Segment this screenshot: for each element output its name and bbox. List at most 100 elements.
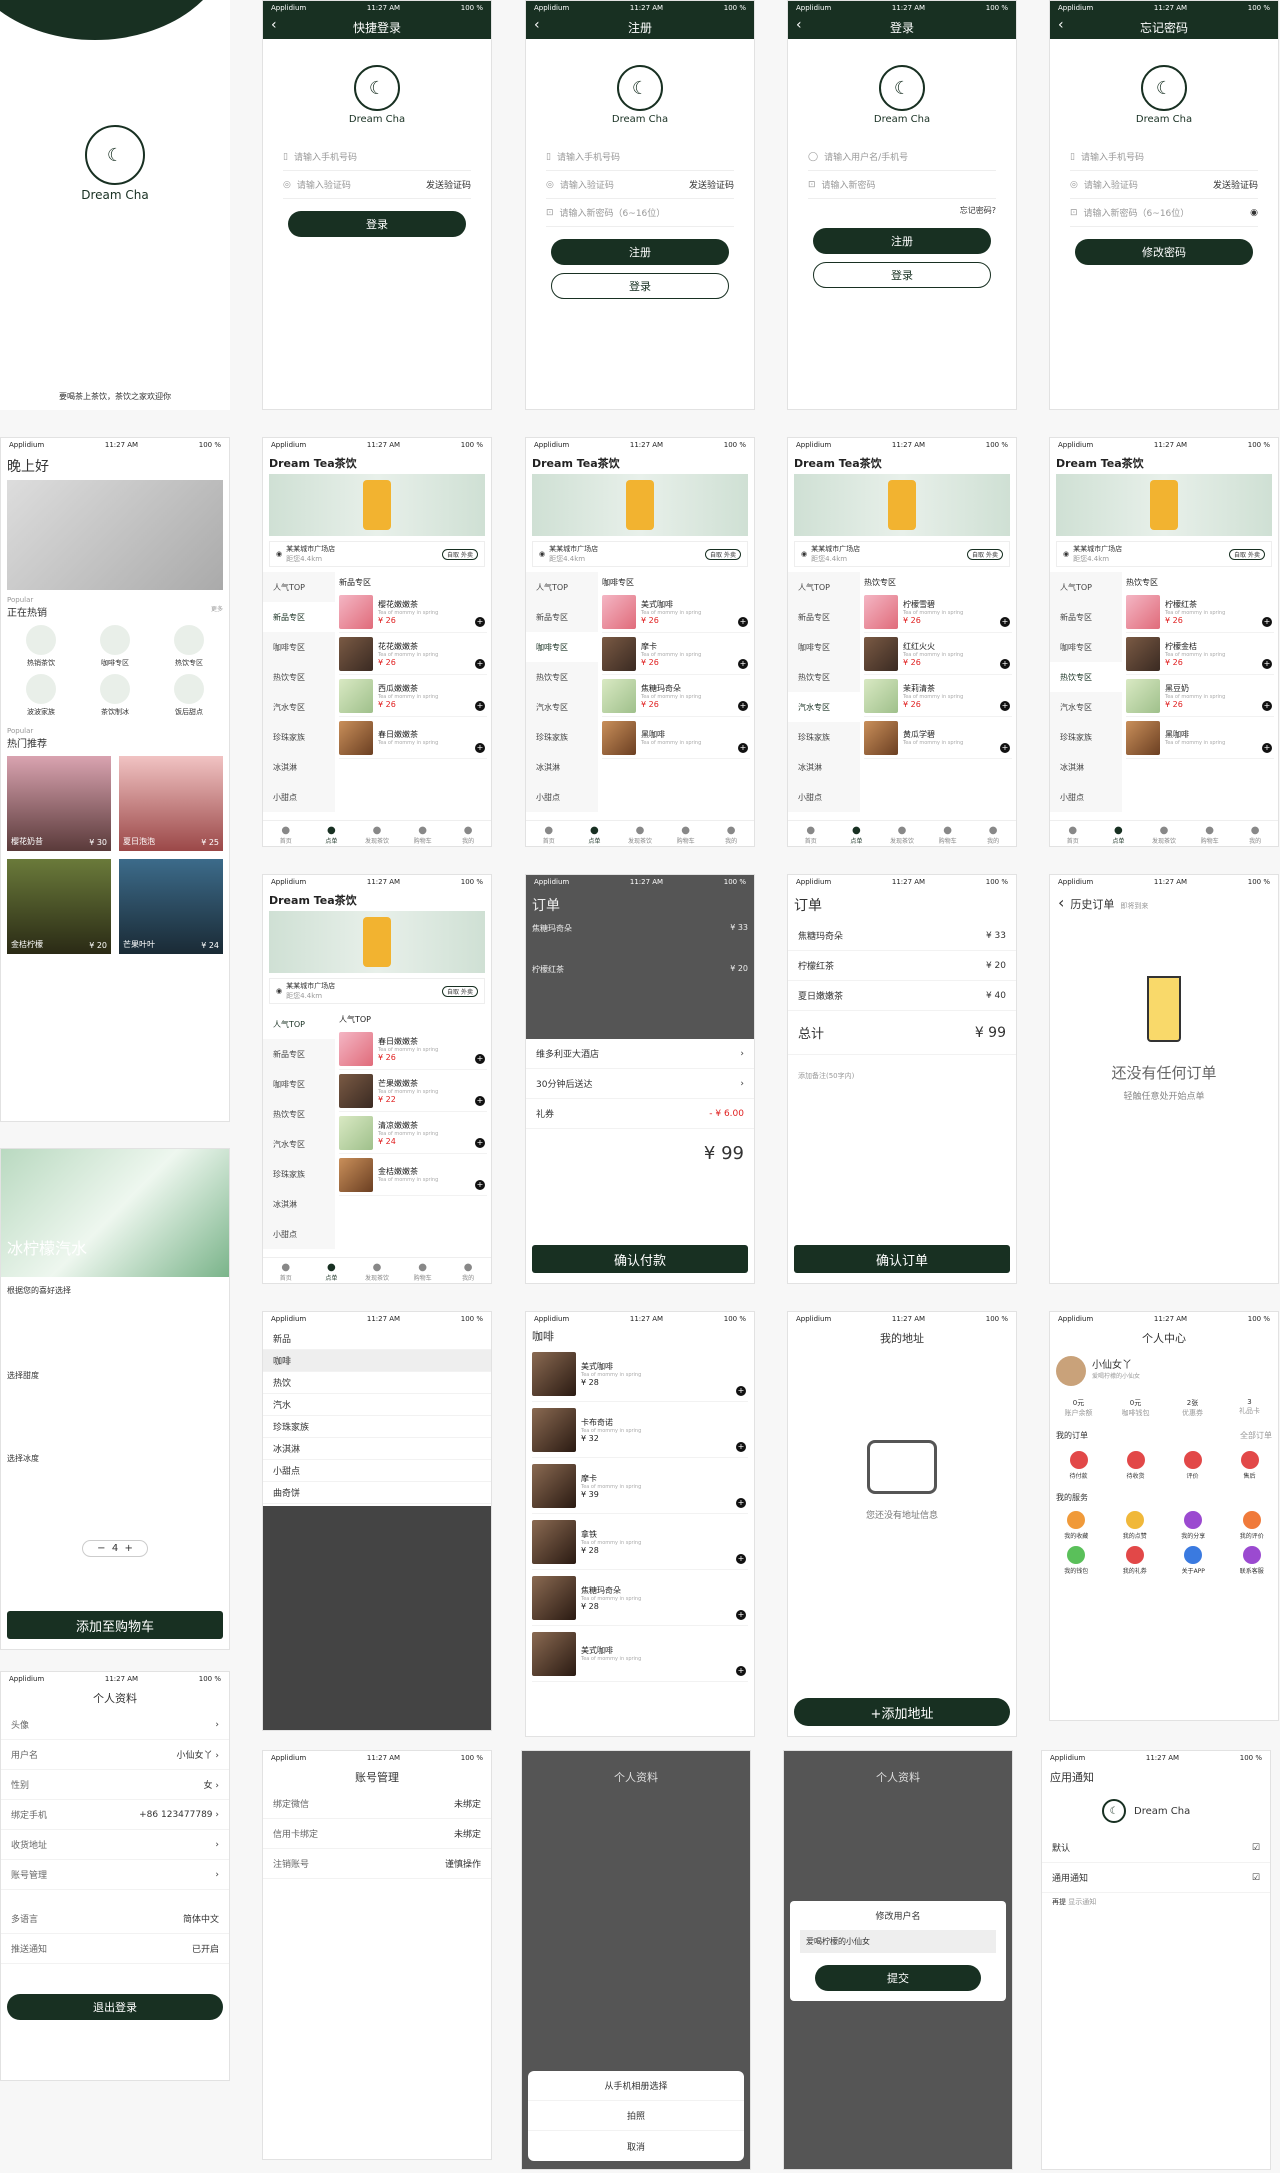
tab-1[interactable]: ● 点单 bbox=[572, 821, 618, 846]
tab-3[interactable]: ● 购物车 bbox=[925, 821, 971, 846]
tab-2[interactable]: ● 发现茶饮 bbox=[617, 821, 663, 846]
change-password-button[interactable]: 修改密码 bbox=[1075, 239, 1253, 265]
menu-category[interactable]: 咖啡专区 bbox=[263, 632, 335, 662]
tab-3[interactable]: ● 购物车 bbox=[1187, 821, 1233, 846]
account-row[interactable]: 绑定微信 未绑定 bbox=[263, 1789, 491, 1819]
add-icon[interactable]: + bbox=[1000, 617, 1010, 627]
send-code-button[interactable]: 发送验证码 bbox=[1213, 178, 1258, 191]
rec-card[interactable]: 樱花奶昔 ¥ 30 bbox=[7, 756, 111, 851]
address-row[interactable]: 维多利亚大酒店 › bbox=[526, 1039, 754, 1069]
menu-category[interactable]: 小甜点 bbox=[1050, 782, 1122, 812]
add-address-button[interactable]: +添加地址 bbox=[794, 1698, 1010, 1726]
product-row[interactable]: 黑咖啡 Tea of mommy in spring + bbox=[1126, 717, 1274, 759]
tab-3[interactable]: ● 购物车 bbox=[663, 821, 709, 846]
add-icon[interactable]: + bbox=[475, 1054, 485, 1064]
menu-category[interactable]: 珍珠家族 bbox=[263, 1159, 335, 1189]
pickup-toggle[interactable]: 自取 外卖 bbox=[442, 985, 478, 997]
profile-row[interactable]: 用户名 小仙女丫 › bbox=[1, 1740, 229, 1770]
login-button[interactable]: 登录 bbox=[551, 273, 729, 299]
menu-category[interactable]: 珍珠家族 bbox=[788, 722, 860, 752]
add-icon[interactable]: + bbox=[736, 1498, 746, 1508]
album-option[interactable]: 从手机相册选择 bbox=[528, 2071, 744, 2101]
menu-category[interactable]: 人气TOP bbox=[263, 572, 335, 602]
add-icon[interactable]: + bbox=[1000, 659, 1010, 669]
product-row[interactable]: 黑豆奶 Tea of mommy in spring ¥ 26 + bbox=[1126, 675, 1274, 717]
menu-category[interactable]: 新品专区 bbox=[263, 602, 335, 632]
confirm-pay-button[interactable]: 确认付款 bbox=[532, 1245, 748, 1273]
add-to-cart-button[interactable]: 添加至购物车 bbox=[7, 1611, 223, 1639]
menu-category[interactable]: 冰淇淋 bbox=[1050, 752, 1122, 782]
tab-0[interactable]: ● 首页 bbox=[263, 1258, 309, 1283]
menu-category[interactable]: 汽水专区 bbox=[526, 692, 598, 722]
product-row[interactable]: 樱花嫩嫩茶 Tea of mommy in spring ¥ 26 + bbox=[339, 591, 487, 633]
product-row[interactable]: 美式咖啡 Tea of mommy in spring + bbox=[532, 1626, 748, 1682]
product-row[interactable]: 红红火火 Tea of mommy in spring ¥ 26 + bbox=[864, 633, 1012, 675]
sort-item[interactable]: 冰淇淋 bbox=[263, 1438, 491, 1460]
menu-category[interactable]: 人气TOP bbox=[1050, 572, 1122, 602]
pickup-toggle[interactable]: 自取 外卖 bbox=[442, 548, 478, 560]
pickup-toggle[interactable]: 自取 外卖 bbox=[1229, 548, 1265, 560]
pickup-toggle[interactable]: 自取 外卖 bbox=[967, 548, 1003, 560]
store-address[interactable]: ◉ 某某城市广场店 距您4.4km 自取 外卖 bbox=[269, 541, 485, 567]
menu-category[interactable]: 热饮专区 bbox=[526, 662, 598, 692]
password-field[interactable]: ⊡ 请输入新密码 bbox=[808, 171, 996, 199]
code-field[interactable]: ◎ 请输入验证码 发送验证码 bbox=[546, 171, 734, 199]
product-row[interactable]: 摩卡 Tea of mommy in spring ¥ 26 + bbox=[602, 633, 750, 675]
store-address[interactable]: ◉ 某某城市广场店 距您4.4km 自取 外卖 bbox=[532, 541, 748, 567]
product-row[interactable]: 焦糖玛奇朵 Tea of mommy in spring ¥ 28 + bbox=[532, 1570, 748, 1626]
menu-category[interactable]: 热饮专区 bbox=[263, 1099, 335, 1129]
menu-category[interactable]: 冰淇淋 bbox=[788, 752, 860, 782]
back-icon[interactable]: ‹ bbox=[1058, 17, 1064, 33]
product-row[interactable]: 西瓜嫩嫩茶 Tea of mommy in spring ¥ 26 + bbox=[339, 675, 487, 717]
product-row[interactable]: 黄瓜学碧 Tea of mommy in spring + bbox=[864, 717, 1012, 759]
sort-item[interactable]: 曲奇饼 bbox=[263, 1482, 491, 1504]
code-field[interactable]: ◎ 请输入验证码 发送验证码 bbox=[1070, 171, 1258, 199]
add-icon[interactable]: + bbox=[736, 1442, 746, 1452]
menu-category[interactable]: 咖啡专区 bbox=[1050, 632, 1122, 662]
menu-category[interactable]: 汽水专区 bbox=[1050, 692, 1122, 722]
add-icon[interactable]: + bbox=[1000, 701, 1010, 711]
menu-category[interactable]: 热饮专区 bbox=[263, 662, 335, 692]
tab-0[interactable]: ● 首页 bbox=[526, 821, 572, 846]
add-icon[interactable]: + bbox=[475, 743, 485, 753]
add-icon[interactable]: + bbox=[736, 1666, 746, 1676]
language-row[interactable]: 多语言 简体中文 bbox=[1, 1904, 229, 1934]
forgot-link[interactable]: 忘记密码? bbox=[808, 205, 996, 216]
menu-category[interactable]: 咖啡专区 bbox=[526, 632, 598, 662]
tab-4[interactable]: ● 我的 bbox=[970, 821, 1016, 846]
tab-4[interactable]: ● 我的 bbox=[445, 1258, 491, 1283]
menu-category[interactable]: 人气TOP bbox=[263, 1009, 335, 1039]
coupon-row[interactable]: 礼券 - ¥ 6.00 bbox=[526, 1099, 754, 1129]
back-icon[interactable]: ‹ bbox=[1058, 893, 1064, 912]
tab-4[interactable]: ● 我的 bbox=[708, 821, 754, 846]
eye-icon[interactable]: ◉ bbox=[1250, 208, 1258, 218]
back-icon[interactable]: ‹ bbox=[271, 17, 277, 33]
store-address[interactable]: ◉ 某某城市广场店 距您4.4km 自取 外卖 bbox=[1056, 541, 1272, 567]
tab-0[interactable]: ● 首页 bbox=[788, 821, 834, 846]
phone-field[interactable]: ▯ 请输入手机号码 bbox=[1070, 143, 1258, 171]
tab-4[interactable]: ● 我的 bbox=[1232, 821, 1278, 846]
category-item[interactable]: 热饮专区 bbox=[155, 625, 223, 668]
back-icon[interactable]: ‹ bbox=[796, 17, 802, 33]
profile-card[interactable]: 小仙女丫 爱喝柠檬的小仙女 bbox=[1050, 1350, 1278, 1392]
menu-category[interactable]: 咖啡专区 bbox=[788, 632, 860, 662]
tab-3[interactable]: ● 购物车 bbox=[400, 821, 446, 846]
tab-4[interactable]: ● 我的 bbox=[445, 821, 491, 846]
menu-category[interactable]: 人气TOP bbox=[526, 572, 598, 602]
rec-card[interactable]: 金桔柠檬 ¥ 20 bbox=[7, 859, 111, 954]
register-button[interactable]: 注册 bbox=[813, 228, 991, 254]
add-icon[interactable]: + bbox=[736, 1386, 746, 1396]
product-row[interactable]: 摩卡 Tea of mommy in spring ¥ 39 + bbox=[532, 1458, 748, 1514]
add-icon[interactable]: + bbox=[475, 1138, 485, 1148]
sort-item[interactable]: 新品 bbox=[263, 1328, 491, 1350]
menu-category[interactable]: 小甜点 bbox=[263, 1219, 335, 1249]
product-row[interactable]: 茉莉清茶 Tea of mommy in spring ¥ 26 + bbox=[864, 675, 1012, 717]
product-row[interactable]: 美式咖啡 Tea of mommy in spring ¥ 28 + bbox=[532, 1346, 748, 1402]
phone-field[interactable]: ▯ 请输入手机号码 bbox=[283, 143, 471, 171]
menu-category[interactable]: 新品专区 bbox=[526, 602, 598, 632]
tab-2[interactable]: ● 发现茶饮 bbox=[354, 821, 400, 846]
store-address[interactable]: ◉ 某某城市广场店 距您4.4km 自取 外卖 bbox=[269, 978, 485, 1004]
tab-2[interactable]: ● 发现茶饮 bbox=[1141, 821, 1187, 846]
menu-category[interactable]: 汽水专区 bbox=[263, 1129, 335, 1159]
confirm-order-button[interactable]: 确认订单 bbox=[794, 1245, 1010, 1273]
